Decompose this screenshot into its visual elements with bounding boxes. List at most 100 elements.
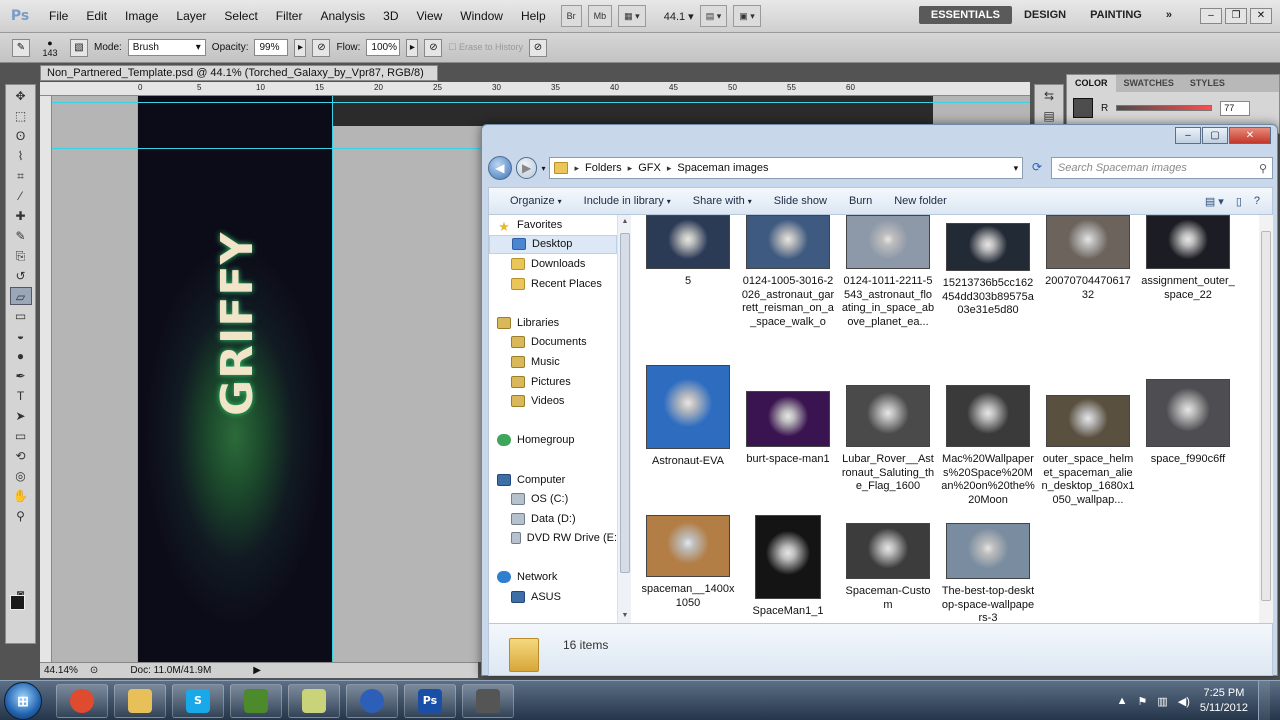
taskbar-tool-button[interactable] [462, 684, 514, 718]
guide-line[interactable] [52, 102, 1030, 103]
menu-window[interactable]: Window [451, 9, 512, 23]
toolbar-slide-show-button[interactable]: Slide show [763, 195, 838, 207]
nav-item-recent-places[interactable]: Recent Places [489, 274, 617, 294]
zoom-tool-icon[interactable]: ⚲ [10, 507, 32, 525]
pressure-opacity-icon[interactable]: ⊘ [312, 38, 331, 57]
taskbar-chrome-button[interactable] [56, 684, 108, 718]
close-icon[interactable]: ✕ [1250, 8, 1272, 24]
navigation-scroll-thumb[interactable] [620, 233, 630, 573]
toolbar-burn-button[interactable]: Burn [838, 195, 883, 207]
workspace-painting[interactable]: PAINTING [1078, 6, 1154, 24]
menu-analysis[interactable]: Analysis [311, 9, 374, 23]
menu-filter[interactable]: Filter [267, 9, 312, 23]
menu-help[interactable]: Help [512, 9, 555, 23]
file-item[interactable]: space_f990c6ff [1141, 379, 1235, 467]
file-item[interactable]: burt-space-man1 [741, 391, 835, 467]
quick-select-tool-icon[interactable]: ⌇ [10, 147, 32, 165]
3d-orbit-tool-icon[interactable]: ◎ [10, 467, 32, 485]
nav-item-dvd-rw-drive-e[interactable]: DVD RW Drive (E: [489, 529, 617, 549]
breadcrumb-separator-icon[interactable]: ▸ [667, 163, 672, 174]
3d-rotate-tool-icon[interactable]: ⟲ [10, 447, 32, 465]
breadcrumb-gfx[interactable]: GFX [638, 162, 661, 174]
nav-item-desktop[interactable]: Desktop [489, 234, 617, 255]
eyedropper-tool-icon[interactable]: ⁄ [10, 187, 32, 205]
menu-3d[interactable]: 3D [374, 9, 407, 23]
file-list-scroll-thumb[interactable] [1261, 231, 1271, 601]
bridge-button[interactable]: Br [560, 5, 582, 27]
nav-item-network[interactable]: Network [489, 568, 617, 588]
file-item[interactable]: 15213736b5cc162454dd303b89575a03e31e5d80 [941, 223, 1035, 318]
foreground-color-swatch[interactable] [10, 595, 25, 610]
scroll-up-icon[interactable]: ▲ [618, 215, 632, 229]
file-item[interactable]: 0124-1011-2211-5543_astronaut_floating_i… [841, 215, 935, 329]
pen-tool-icon[interactable]: ✒ [10, 367, 32, 385]
taskbar-skype-button[interactable]: S [172, 684, 224, 718]
nav-item-os-c[interactable]: OS (C:) [489, 489, 617, 509]
screen-mode-button[interactable]: ▣ ▾ [733, 5, 761, 27]
workspace-essentials[interactable]: ESSENTIALS [918, 6, 1012, 24]
healing-brush-tool-icon[interactable]: ✚ [10, 207, 32, 225]
zoom-percent-field[interactable]: 44.14% [44, 665, 78, 676]
menu-edit[interactable]: Edit [77, 9, 116, 23]
nav-item-data-d[interactable]: Data (D:) [489, 509, 617, 529]
search-icon[interactable]: ⚲ [1259, 162, 1267, 175]
opacity-field[interactable]: 99% [254, 39, 289, 56]
file-item[interactable]: 20070704470617 32 [1041, 215, 1135, 302]
menu-view[interactable]: View [407, 9, 451, 23]
flow-field[interactable]: 100% [366, 39, 401, 56]
explorer-titlebar[interactable]: – ▢ ✕ [482, 125, 1277, 155]
file-item[interactable]: The-best-top-desktop-space-wallpapers-3 [941, 523, 1035, 623]
status-icon[interactable]: ⊙ [90, 665, 98, 676]
nav-item-documents[interactable]: Documents [489, 333, 617, 353]
airbrush-icon[interactable]: ⊘ [424, 38, 443, 57]
restore-icon[interactable]: ❐ [1225, 8, 1247, 24]
toolbar-share-with-button[interactable]: Share with ▾ [682, 195, 763, 207]
nav-item-libraries[interactable]: Libraries [489, 313, 617, 333]
back-arrow-icon[interactable]: ◀ [488, 156, 512, 180]
taskbar-explorer-button[interactable] [114, 684, 166, 718]
workspace-design[interactable]: DESIGN [1012, 6, 1078, 24]
foreground-color-chip[interactable] [1073, 98, 1093, 118]
menu-select[interactable]: Select [215, 9, 266, 23]
move-tool-icon[interactable]: ✥ [10, 87, 32, 105]
minimize-icon[interactable]: – [1175, 127, 1201, 144]
eraser-tool-preset-icon[interactable]: ✎ [12, 38, 30, 57]
file-item[interactable]: Mac%20Wallpapers%20Space%20Man%20on%20th… [941, 385, 1035, 507]
nav-item-asus[interactable]: ASUS [489, 587, 617, 607]
nav-item-computer[interactable]: Computer [489, 470, 617, 490]
nav-item-videos[interactable]: Videos [489, 391, 617, 411]
start-button[interactable]: ⊞ [4, 682, 42, 720]
tab-styles[interactable]: STYLES [1182, 75, 1233, 92]
crop-tool-icon[interactable]: ⌗ [10, 167, 32, 185]
brush-tool-icon[interactable]: ✎ [10, 227, 32, 245]
breadcrumb-separator-icon[interactable]: ▸ [574, 163, 579, 174]
document-tab[interactable]: Non_Partnered_Template.psd @ 44.1% (Torc… [40, 65, 438, 93]
file-item[interactable]: Lubar_Rover__Astronaut_Saluting_the_Flag… [841, 385, 935, 494]
refresh-icon[interactable]: ⟳ [1027, 157, 1047, 179]
nav-item-pictures[interactable]: Pictures [489, 372, 617, 392]
breadcrumb-separator-icon[interactable]: ▸ [628, 163, 633, 174]
file-item[interactable]: outer_space_helmet_spaceman_alien_deskto… [1041, 395, 1135, 507]
brush-preset-picker[interactable]: ● 143 [36, 38, 64, 58]
blur-tool-icon[interactable]: ◒ [10, 327, 32, 345]
tab-swatches[interactable]: SWATCHES [1116, 75, 1182, 92]
brush-presets-panel-icon[interactable]: ▤ [1038, 107, 1060, 125]
address-bar[interactable]: ▸ Folders ▸ GFX ▸ Spaceman images ▾ [549, 157, 1024, 179]
tray-expand-icon[interactable]: ▲ [1117, 695, 1128, 707]
toolbar-new-folder-button[interactable]: New folder [883, 195, 958, 207]
navigation-scrollbar[interactable]: ▲ ▼ [617, 215, 631, 623]
breadcrumb-folders[interactable]: Folders [585, 162, 622, 174]
guide-line[interactable] [332, 96, 333, 662]
pressure-size-icon[interactable]: ⊘ [529, 38, 547, 57]
zoom-level-menu[interactable]: 44.1 ▾ [664, 10, 694, 23]
hand-tool-icon[interactable]: ✋ [10, 487, 32, 505]
file-list-scrollbar[interactable] [1259, 215, 1273, 623]
document-canvas[interactable]: GRIFFY [137, 96, 333, 662]
marquee-tool-icon[interactable]: ⬚ [10, 107, 32, 125]
clock[interactable]: 7:25 PM 5/11/2012 [1200, 686, 1248, 716]
file-item[interactable]: 0124-1005-3016-2026_astronaut_garrett_re… [741, 215, 835, 329]
search-input[interactable]: Search Spaceman images ⚲ [1050, 157, 1273, 179]
action-center-icon[interactable]: ⚑ [1137, 695, 1147, 708]
menu-file[interactable]: File [40, 9, 77, 23]
file-item[interactable]: SpaceMan1_1 [741, 515, 835, 619]
